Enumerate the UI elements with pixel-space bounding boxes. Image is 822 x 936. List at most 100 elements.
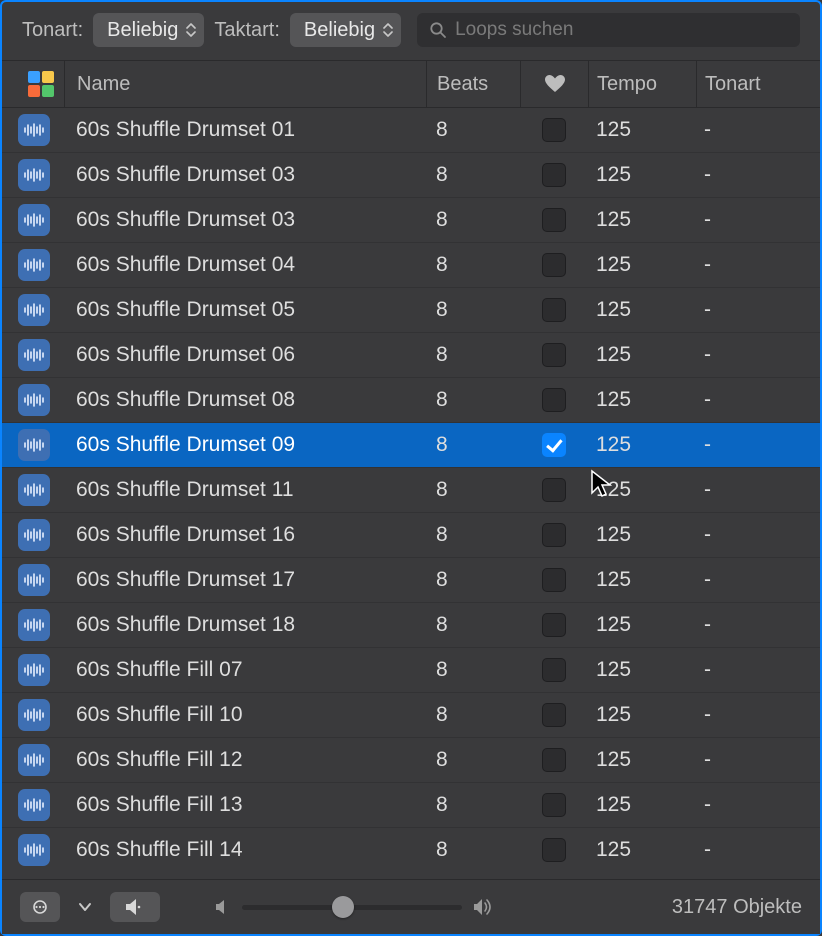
favorite-checkbox[interactable]: [542, 703, 566, 727]
table-row[interactable]: 60s Shuffle Fill 128125-: [2, 738, 820, 783]
table-row[interactable]: 60s Shuffle Fill 148125-: [2, 828, 820, 871]
table-row[interactable]: 60s Shuffle Drumset 178125-: [2, 558, 820, 603]
table-row[interactable]: 60s Shuffle Drumset 188125-: [2, 603, 820, 648]
loop-tempo: 125: [588, 523, 696, 547]
volume-high-icon: [472, 898, 494, 916]
loop-beats: 8: [426, 568, 520, 592]
column-tonart[interactable]: Tonart: [696, 61, 804, 107]
table-row[interactable]: 60s Shuffle Drumset 038125-: [2, 153, 820, 198]
tonart-dropdown[interactable]: Beliebig: [93, 13, 204, 47]
audio-loop-icon: [18, 474, 50, 506]
favorite-cell: [520, 523, 588, 547]
loop-tonart: -: [696, 703, 804, 727]
search-icon: [429, 21, 447, 39]
favorite-checkbox[interactable]: [542, 118, 566, 142]
loop-tempo: 125: [588, 163, 696, 187]
table-row[interactable]: 60s Shuffle Drumset 048125-: [2, 243, 820, 288]
table-row[interactable]: 60s Shuffle Drumset 168125-: [2, 513, 820, 558]
loop-tonart: -: [696, 118, 804, 142]
loop-name: 60s Shuffle Drumset 18: [64, 613, 426, 637]
table-row[interactable]: 60s Shuffle Fill 108125-: [2, 693, 820, 738]
audio-loop-icon: [18, 789, 50, 821]
audio-loop-icon: [18, 564, 50, 596]
object-count: 31747 Objekte: [672, 896, 802, 919]
speaker-icon: [124, 898, 146, 916]
column-beats[interactable]: Beats: [426, 61, 520, 107]
loop-beats: 8: [426, 478, 520, 502]
more-options-button[interactable]: [20, 892, 60, 922]
loop-tonart: -: [696, 523, 804, 547]
loop-tonart: -: [696, 793, 804, 817]
favorite-checkbox[interactable]: [542, 433, 566, 457]
loop-name: 60s Shuffle Drumset 03: [64, 208, 426, 232]
footer: 31747 Objekte: [2, 879, 820, 934]
updown-icon: [186, 22, 196, 38]
loop-name: 60s Shuffle Drumset 08: [64, 388, 426, 412]
column-name[interactable]: Name: [64, 61, 426, 107]
table-row[interactable]: 60s Shuffle Drumset 058125-: [2, 288, 820, 333]
favorite-checkbox[interactable]: [542, 748, 566, 772]
loop-tempo: 125: [588, 793, 696, 817]
favorite-cell: [520, 478, 588, 502]
favorite-checkbox[interactable]: [542, 208, 566, 232]
favorite-checkbox[interactable]: [542, 838, 566, 862]
tonart-label: Tonart:: [22, 19, 83, 42]
loop-beats: 8: [426, 793, 520, 817]
table-row[interactable]: 60s Shuffle Drumset 088125-: [2, 378, 820, 423]
audio-loop-icon: [18, 159, 50, 191]
more-chevron[interactable]: [74, 892, 96, 922]
loop-tempo: 125: [588, 253, 696, 277]
favorite-checkbox[interactable]: [542, 613, 566, 637]
favorite-checkbox[interactable]: [542, 298, 566, 322]
table-row[interactable]: 60s Shuffle Drumset 068125-: [2, 333, 820, 378]
tonart-value: Beliebig: [107, 19, 178, 42]
loop-type-icon: [18, 339, 64, 371]
favorite-cell: [520, 568, 588, 592]
loop-name: 60s Shuffle Drumset 09: [64, 433, 426, 457]
favorite-checkbox[interactable]: [542, 523, 566, 547]
loop-type-icon: [18, 384, 64, 416]
loop-tonart: -: [696, 658, 804, 682]
column-favorite[interactable]: [520, 61, 588, 107]
audio-loop-icon: [18, 609, 50, 641]
search-field[interactable]: [455, 19, 788, 41]
favorite-checkbox[interactable]: [542, 568, 566, 592]
volume-slider[interactable]: [214, 898, 494, 916]
slider-track[interactable]: [242, 905, 462, 910]
table-row[interactable]: 60s Shuffle Fill 078125-: [2, 648, 820, 693]
favorite-checkbox[interactable]: [542, 658, 566, 682]
taktart-dropdown[interactable]: Beliebig: [290, 13, 401, 47]
table-row[interactable]: 60s Shuffle Fill 138125-: [2, 783, 820, 828]
loop-tempo: 125: [588, 118, 696, 142]
favorite-checkbox[interactable]: [542, 478, 566, 502]
table-row[interactable]: 60s Shuffle Drumset 118125-: [2, 468, 820, 513]
table-row[interactable]: 60s Shuffle Drumset 098125-: [2, 423, 820, 468]
favorite-checkbox[interactable]: [542, 388, 566, 412]
column-tempo[interactable]: Tempo: [588, 61, 696, 107]
loop-list[interactable]: 60s Shuffle Drumset 018125-60s Shuffle D…: [2, 108, 820, 871]
loop-type-icon: [18, 294, 64, 326]
view-mode-button[interactable]: [18, 71, 64, 97]
favorite-cell: [520, 343, 588, 367]
loop-tempo: 125: [588, 703, 696, 727]
favorite-cell: [520, 838, 588, 862]
favorite-checkbox[interactable]: [542, 253, 566, 277]
slider-thumb[interactable]: [332, 896, 354, 918]
preview-play-button[interactable]: [110, 892, 160, 922]
loop-name: 60s Shuffle Fill 10: [64, 703, 426, 727]
table-row[interactable]: 60s Shuffle Drumset 018125-: [2, 108, 820, 153]
audio-loop-icon: [18, 249, 50, 281]
updown-icon: [383, 22, 393, 38]
audio-loop-icon: [18, 654, 50, 686]
favorite-checkbox[interactable]: [542, 343, 566, 367]
search-input[interactable]: [417, 13, 800, 47]
loop-beats: 8: [426, 838, 520, 862]
audio-loop-icon: [18, 519, 50, 551]
favorite-checkbox[interactable]: [542, 793, 566, 817]
favorite-cell: [520, 163, 588, 187]
loop-type-icon: [18, 114, 64, 146]
table-row[interactable]: 60s Shuffle Drumset 038125-: [2, 198, 820, 243]
loop-tempo: 125: [588, 388, 696, 412]
loop-type-icon: [18, 474, 64, 506]
favorite-checkbox[interactable]: [542, 163, 566, 187]
